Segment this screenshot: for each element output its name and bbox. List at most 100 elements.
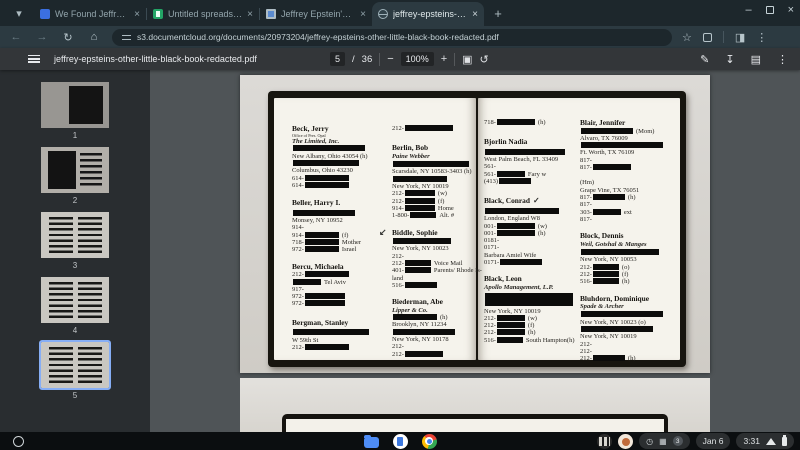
tab-close-icon[interactable]: × — [247, 9, 253, 20]
thumbnail-page-2[interactable]: 2 — [41, 147, 109, 205]
next-book-top-edge — [282, 414, 668, 432]
book-entry-line — [484, 207, 576, 215]
book-entry-line: 212- — [392, 252, 404, 260]
close-window-button[interactable]: × — [788, 4, 794, 16]
redaction-bar — [485, 293, 573, 307]
page-1-label: 1 — [72, 131, 78, 140]
side-panel-icon[interactable]: ◨ — [735, 31, 745, 44]
restore-button[interactable] — [765, 6, 774, 14]
book-entry-line: 212- — [292, 271, 388, 278]
home-icon[interactable]: ⌂ — [86, 31, 102, 43]
book-entry-line: land — [392, 274, 404, 282]
book-entry-line: 401- Parents/ Rhode Is- — [392, 267, 482, 275]
page-5-thumbnail-selected[interactable] — [39, 340, 111, 390]
thumbnail-page-1[interactable]: 1 — [41, 82, 109, 140]
toolbar-actions: ☆ ◨ ⋮ — [682, 31, 767, 44]
page-1-thumbnail[interactable] — [41, 82, 109, 128]
sheets-favicon-icon — [153, 9, 163, 19]
book-entry-line: 303- ext — [580, 208, 632, 216]
tab-close-icon[interactable]: × — [472, 9, 478, 20]
browser-menu-icon[interactable]: ⋮ — [756, 31, 767, 44]
redaction-bar — [304, 271, 349, 278]
book-entry-line: New York, NY 10019 — [580, 333, 637, 341]
book-entry-line: 0171- — [484, 244, 500, 252]
book-entry-line: Beller, Harry I. — [292, 198, 341, 208]
handwritten-arrow-icon: ↙ — [379, 226, 387, 237]
redaction-bar — [404, 197, 435, 204]
browser-window: ▾ We Found Jeffrey Epstein's Oth × Untit… — [0, 0, 800, 450]
fit-page-icon[interactable]: ▣ — [462, 53, 472, 66]
avatar-notification-icon[interactable] — [618, 433, 634, 449]
pdf-more-menu-icon[interactable]: ⋮ — [777, 53, 788, 66]
book-entry-line: Tel Aviv — [292, 278, 388, 286]
page-4-thumbnail[interactable] — [41, 277, 109, 323]
right-page-column-a: 718- (h) Bjorlin Nadia West Palm Beach, FL … — [484, 119, 576, 344]
book-entry-line: Columbus, Ohio 43230 — [292, 167, 353, 175]
redaction-bar — [404, 190, 435, 197]
thumbnail-page-3[interactable]: 3 — [41, 212, 109, 270]
page-3-label: 3 — [72, 261, 78, 270]
page-3-thumbnail[interactable] — [41, 212, 109, 258]
redaction-bar — [404, 260, 431, 267]
book-entry-line: 817- — [580, 201, 592, 209]
redaction-bar — [293, 329, 369, 336]
notification-pill[interactable]: ◷ ▦ 3 — [639, 433, 690, 449]
redaction-bar — [496, 222, 535, 229]
book-entry-line: New York, NY 10178 — [392, 336, 449, 344]
minimize-button[interactable]: – — [745, 4, 751, 16]
pdf-divider — [454, 52, 456, 66]
page-number-input[interactable]: 5 — [330, 52, 346, 66]
tab-other-little-black-book[interactable]: Jeffrey Epstein's Other Little Bl × — [260, 2, 372, 26]
thumbnail-page-5[interactable]: 5 — [39, 340, 111, 400]
book-entry-line — [580, 142, 672, 149]
tab-search-chevron-icon[interactable]: ▾ — [6, 2, 32, 24]
page-2-thumbnail[interactable] — [41, 147, 109, 193]
redaction-bar — [592, 208, 621, 215]
book-entry-line: 001- (w) — [484, 222, 547, 230]
date-pill[interactable]: Jan 6 — [695, 433, 731, 449]
book-entry-line: 212- — [580, 340, 592, 348]
forward-icon[interactable]: → — [34, 31, 50, 43]
url-text: s3.documentcloud.org/documents/20973204/… — [137, 32, 499, 42]
extensions-icon[interactable] — [702, 32, 712, 42]
reload-icon[interactable]: ↻ — [60, 31, 76, 44]
book-entry-line: Alvaro, TX 76009 — [580, 134, 628, 142]
book-entry-line: New York, NY 10023 (o) — [580, 318, 646, 326]
book-entry-line: (h) — [392, 314, 476, 321]
book-entry-line: New York, NY 10053 — [580, 256, 637, 264]
tab-pdf-active[interactable]: jeffrey-epsteins-other-little-bla × — [372, 2, 484, 26]
tab-close-icon[interactable]: × — [134, 9, 140, 20]
book-entry-line: 972- Israel — [292, 246, 357, 254]
rotate-icon[interactable]: ↺ — [480, 53, 489, 66]
zoom-in-icon[interactable]: + — [441, 53, 447, 65]
tab-close-icon[interactable]: × — [360, 9, 366, 20]
annotate-icon[interactable]: ✎ — [700, 53, 709, 66]
globe-favicon-icon — [378, 9, 388, 19]
book-entry-line: 614- — [292, 174, 388, 182]
address-bar[interactable]: s3.documentcloud.org/documents/20973204/… — [112, 28, 672, 46]
zoom-level[interactable]: 100% — [400, 52, 434, 66]
docs-app-icon[interactable] — [392, 433, 408, 449]
new-tab-button[interactable]: + — [488, 3, 508, 23]
document-favicon-icon — [266, 9, 276, 19]
book-entry-line: 212- (h) — [580, 355, 636, 363]
back-icon[interactable]: ← — [8, 31, 24, 43]
chrome-app-icon[interactable] — [421, 433, 437, 450]
site-info-icon[interactable] — [122, 34, 131, 41]
pdf-menu-icon[interactable] — [28, 55, 40, 63]
tab-we-found-epstein[interactable]: We Found Jeffrey Epstein's Oth × — [34, 2, 146, 26]
files-app-icon[interactable] — [363, 434, 379, 448]
zoom-out-icon[interactable]: − — [387, 53, 393, 65]
tab-untitled-spreadsheet[interactable]: Untitled spreadsheet - Google S × — [147, 2, 259, 26]
book-entry-line: (Mom) — [580, 127, 672, 135]
thumbnail-page-4[interactable]: 4 — [41, 277, 109, 335]
screenshot-notification-icon[interactable] — [597, 433, 613, 449]
pdf-viewer[interactable]: Beck, Jerry Office of Pres. Opal The Limit… — [150, 70, 800, 432]
redaction-bar — [393, 328, 455, 335]
print-icon[interactable]: ▤ — [751, 53, 761, 66]
redaction-bar — [592, 270, 619, 277]
status-area[interactable]: 3:31 — [736, 433, 794, 449]
download-icon[interactable]: ↧ — [725, 53, 734, 66]
pdf-page-6-scan-partial — [240, 378, 710, 432]
bookmark-star-icon[interactable]: ☆ — [682, 31, 692, 44]
